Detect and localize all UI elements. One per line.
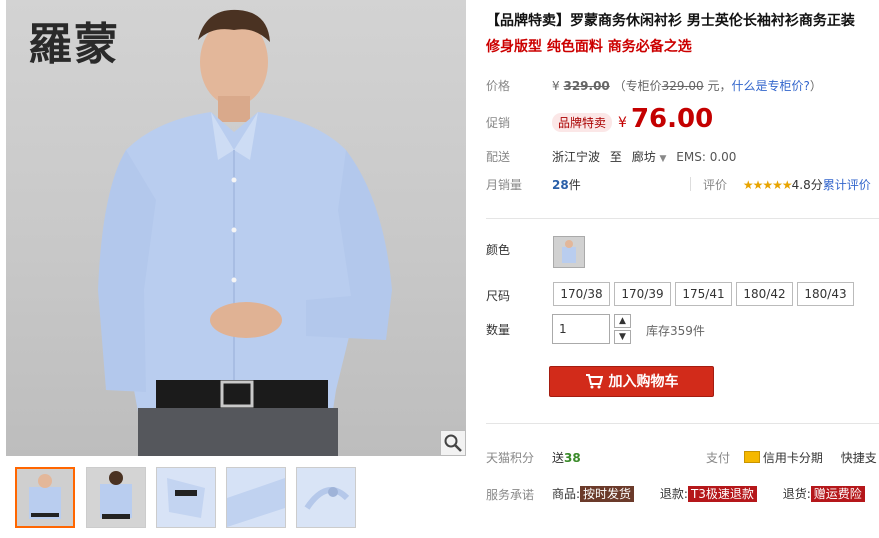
thumbnail-image: [297, 468, 355, 527]
original-price: 329.00: [563, 79, 610, 93]
express-pay[interactable]: 快捷支: [841, 451, 877, 465]
points-value: 38: [564, 451, 581, 465]
size-option-170-39[interactable]: 170/39: [614, 282, 671, 306]
promo-badge: 品牌特卖: [552, 113, 613, 132]
thumbnail-5[interactable]: [296, 467, 356, 528]
shipping-label: 配送: [486, 150, 511, 164]
goods-prefix: 商品:: [552, 487, 581, 501]
counter-price-suffix: ）: [809, 79, 822, 93]
chevron-down-icon[interactable]: ▼: [660, 154, 667, 164]
service-label: 服务承诺: [486, 488, 535, 502]
product-main-image[interactable]: 羅蒙: [6, 0, 466, 456]
promo-currency: ¥: [618, 115, 627, 131]
payment-row: 支付 信用卡分期 快捷支: [706, 449, 877, 466]
color-swatch-blue[interactable]: [553, 236, 585, 268]
ship-to-word: 至: [609, 150, 622, 164]
add-to-cart-label: 加入购物车: [608, 374, 679, 390]
review-row: 评价 ★★★★★4.8分累计评价: [703, 176, 871, 193]
brand-logo: 羅蒙: [28, 19, 120, 70]
color-label: 颜色: [486, 243, 511, 257]
points-row: 送38: [552, 449, 581, 466]
thumbnail-4[interactable]: [226, 467, 286, 528]
sales-row: 28件: [552, 176, 581, 193]
points-prefix: 送: [552, 451, 565, 465]
counter-price-link[interactable]: 什么是专柜价?: [731, 79, 809, 93]
shipping-insurance-badge[interactable]: 赠运费险: [810, 486, 865, 502]
return-prefix: 退货:: [782, 487, 811, 501]
review-count-link[interactable]: 累计评价: [823, 178, 871, 192]
price-row: ¥ 329.00 （专柜价329.00 元，什么是专柜价?）: [552, 77, 822, 94]
counter-price-unit: 元，: [707, 79, 732, 93]
thumbnail-image: [87, 468, 145, 527]
magnifier-icon: [444, 434, 462, 452]
size-option-175-41[interactable]: 175/41: [675, 282, 732, 306]
section-divider: [486, 423, 879, 424]
sales-count: 28: [552, 178, 569, 192]
quantity-input[interactable]: [552, 314, 610, 344]
sales-unit: 件: [568, 178, 581, 192]
counter-price-prefix: （专柜价: [613, 79, 662, 93]
currency-symbol: ¥: [552, 79, 560, 93]
promo-label: 促销: [486, 116, 511, 130]
thumbnail-image: [157, 468, 215, 527]
counter-price: 329.00: [661, 79, 704, 93]
zoom-button[interactable]: [440, 430, 466, 456]
thumbnail-image: [227, 468, 285, 527]
payment-label: 支付: [706, 451, 731, 465]
thumbnail-3[interactable]: [156, 467, 216, 528]
promo-price: 76.00: [630, 104, 714, 134]
rating-score: 4.8分: [791, 178, 823, 192]
cart-icon: [585, 374, 603, 389]
swatch-image: [554, 237, 584, 267]
refund-prefix: 退款:: [659, 487, 688, 501]
size-option-170-38[interactable]: 170/38: [553, 282, 610, 306]
add-to-cart-button[interactable]: 加入购物车: [549, 366, 714, 397]
product-subtitle: 修身版型 纯色面料 商务必备之选: [486, 39, 692, 55]
size-label: 尺码: [486, 289, 511, 303]
fast-refund-badge[interactable]: T3极速退款: [687, 486, 757, 502]
credit-installment[interactable]: 信用卡分期: [763, 451, 823, 465]
on-time-delivery-badge[interactable]: 按时发货: [580, 486, 635, 502]
service-row: 商品: 按时发货 退款: T3极速退款 退货: 赠运费险: [552, 485, 865, 502]
ship-destination[interactable]: 廊坊: [632, 150, 656, 164]
thumbnail-2[interactable]: [86, 467, 146, 528]
increase-qty-button[interactable]: ▲: [614, 314, 631, 328]
quantity-label: 数量: [486, 323, 511, 337]
ship-from: 浙江宁波: [552, 150, 601, 164]
promo-row: 品牌特卖 ¥76.00: [552, 104, 713, 134]
rating-stars-icon: ★★★★★: [742, 178, 793, 192]
divider: [690, 177, 691, 191]
size-option-180-43[interactable]: 180/43: [797, 282, 854, 306]
decrease-qty-button[interactable]: ▼: [614, 330, 631, 344]
shipping-row: 浙江宁波 至 廊坊 ▼ EMS: 0.00: [552, 148, 736, 165]
price-label: 价格: [486, 79, 511, 93]
stock-count: 库存359件: [646, 324, 705, 338]
credit-card-icon: [743, 451, 760, 463]
sales-label: 月销量: [486, 178, 523, 192]
thumbnail-image: [17, 469, 73, 526]
thumbnail-1[interactable]: [15, 467, 75, 528]
points-label: 天猫积分: [486, 451, 535, 465]
product-title: 【品牌特卖】罗蒙商务休闲衬衫 男士英伦长袖衬衫商务正装: [486, 13, 855, 29]
ems-fee: EMS: 0.00: [676, 150, 737, 164]
review-label: 评价: [703, 178, 728, 192]
size-option-180-42[interactable]: 180/42: [736, 282, 793, 306]
section-divider: [486, 218, 879, 219]
